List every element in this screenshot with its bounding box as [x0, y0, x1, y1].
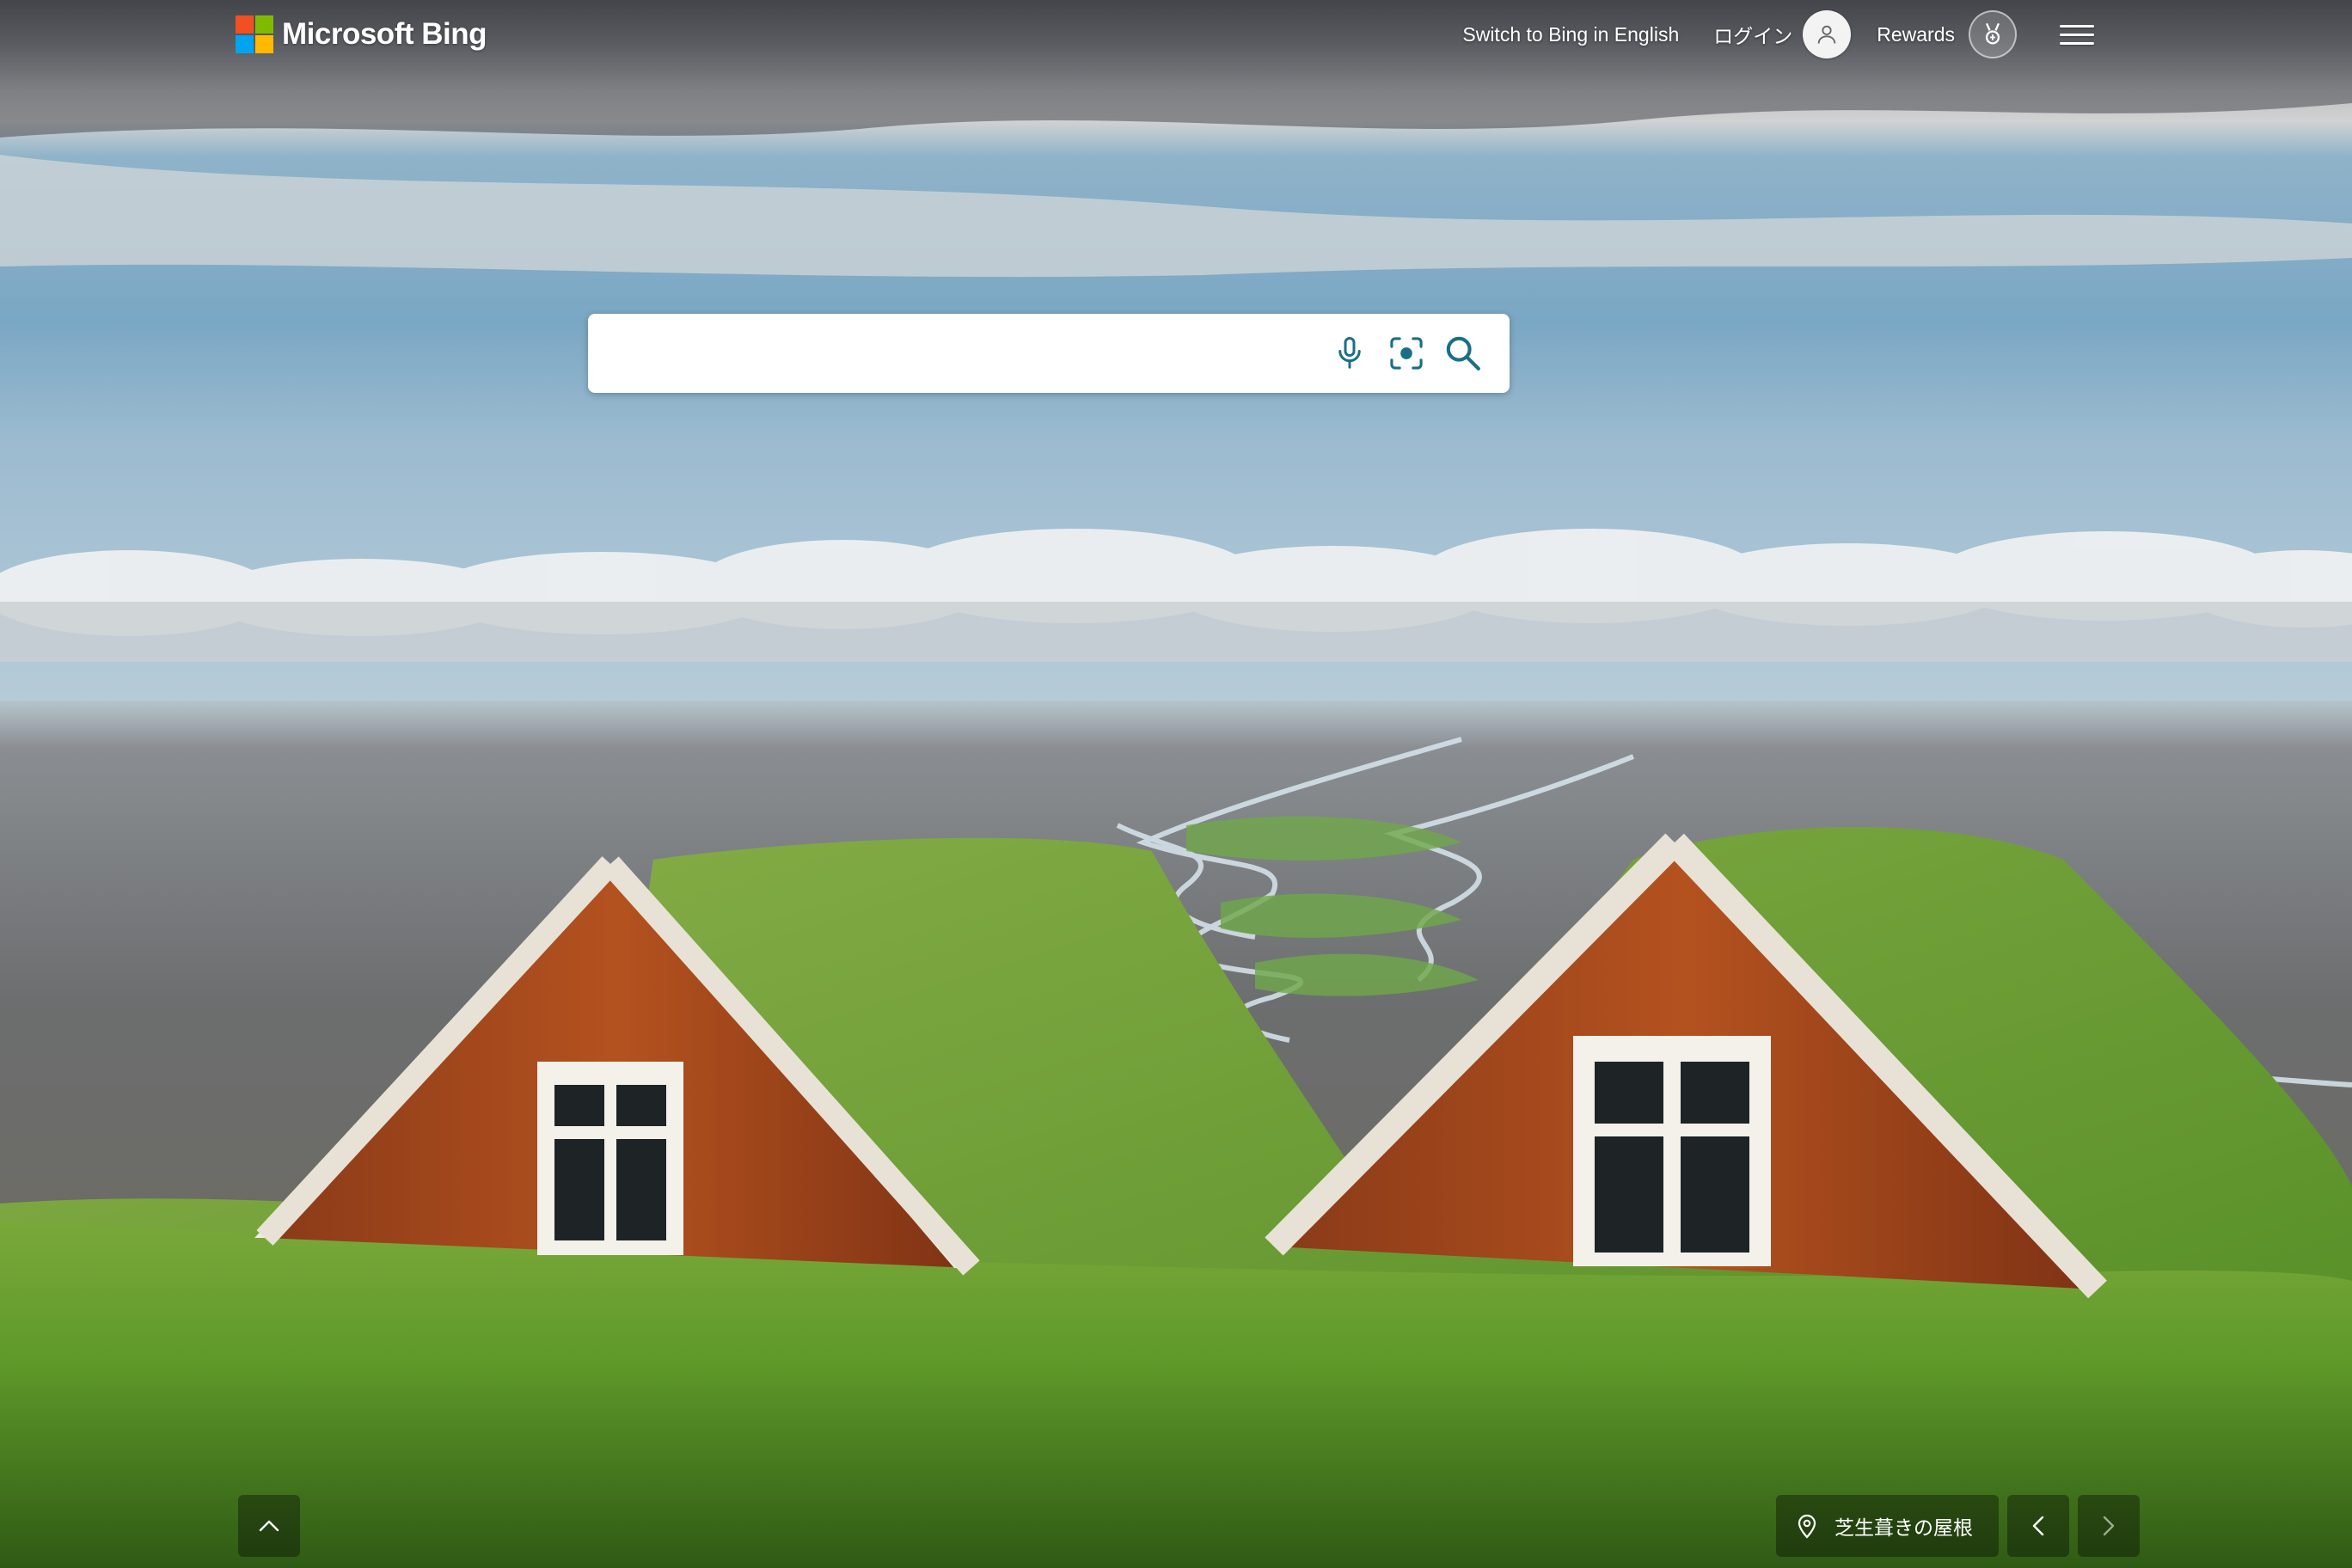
bing-logo[interactable]: Microsoft Bing: [236, 15, 487, 53]
background-image: [0, 0, 2352, 1568]
top-header: Microsoft Bing Switch to Bing in English…: [0, 0, 2352, 69]
switch-language-link[interactable]: Switch to Bing in English: [1462, 23, 1679, 46]
login-link[interactable]: ログイン: [1713, 20, 1792, 49]
search-input[interactable]: [588, 314, 1315, 393]
bing-homepage: Microsoft Bing Switch to Bing in English…: [0, 0, 2352, 1568]
header-actions: Switch to Bing in English ログイン Rewards: [1462, 9, 2094, 60]
scroll-up-button[interactable]: [238, 1495, 300, 1557]
user-avatar-icon[interactable]: [1803, 10, 1852, 58]
microphone-icon[interactable]: [1327, 331, 1372, 376]
image-info-bar: 芝生葺きの屋根: [1776, 1495, 2140, 1557]
search-icon[interactable]: [1441, 331, 1485, 376]
logo-text: Microsoft Bing: [282, 17, 487, 51]
next-image-button[interactable]: [2078, 1495, 2140, 1557]
visual-search-icon[interactable]: [1384, 331, 1429, 376]
image-location-button[interactable]: 芝生葺きの屋根: [1776, 1495, 1999, 1557]
location-pin-icon: [1797, 1513, 1817, 1539]
previous-image-button[interactable]: [2007, 1495, 2069, 1557]
rewards-medal-icon[interactable]: [1969, 10, 2017, 58]
search-actions: [1315, 331, 1485, 376]
hamburger-menu-icon[interactable]: [2060, 17, 2094, 52]
image-caption: 芝生葺きの屋根: [1834, 1516, 1973, 1539]
microsoft-logo-icon: [236, 15, 273, 53]
rewards-link[interactable]: Rewards: [1877, 23, 1955, 46]
chevron-left-icon: [2032, 1516, 2044, 1536]
chevron-up-icon: [259, 1520, 279, 1532]
chevron-right-icon: [2103, 1516, 2115, 1536]
search-box: [588, 314, 1510, 393]
